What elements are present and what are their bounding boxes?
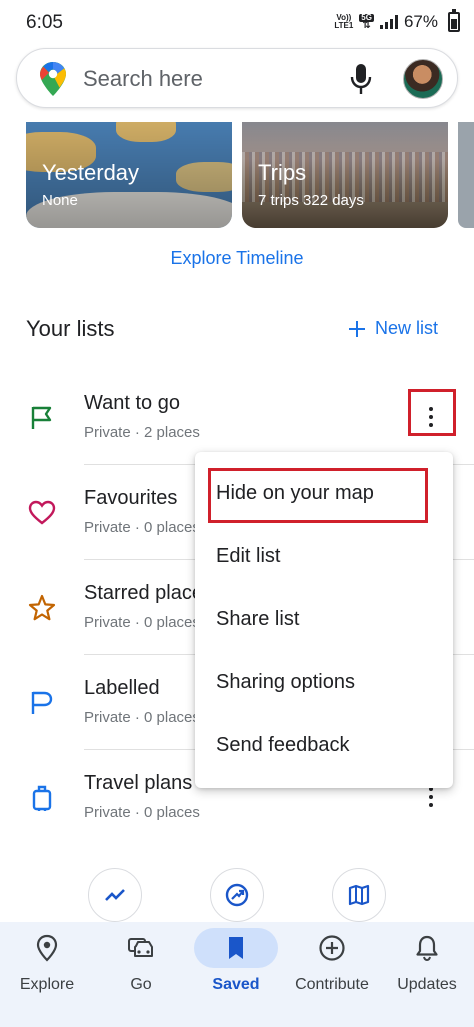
status-icons: Vo)) LTE1 5G ⇅ 67% xyxy=(334,9,460,32)
your-lists-heading: Your lists xyxy=(26,316,115,341)
nav-label: Go xyxy=(130,976,152,993)
status-bar: 6:05 Vo)) LTE1 5G ⇅ 67% xyxy=(0,0,474,44)
list-title: Travel plans xyxy=(84,772,193,794)
search-bar[interactable]: Search here xyxy=(16,48,458,108)
list-title: Favourites xyxy=(84,487,178,509)
star-icon xyxy=(28,594,56,621)
trend-button[interactable] xyxy=(88,868,142,922)
nav-item-go[interactable]: Go xyxy=(94,922,188,1027)
network-5g-indicator: 5G ⇅ xyxy=(359,14,374,31)
nav-item-saved[interactable]: Saved xyxy=(189,922,283,1027)
nav-label: Explore xyxy=(19,976,75,993)
menu-item-share-list[interactable]: Share list xyxy=(216,608,299,631)
list-options-menu: Hide on your map Edit list Share list Sh… xyxy=(195,452,453,788)
list-title: Labelled xyxy=(84,677,160,699)
location-pin-icon xyxy=(36,934,58,962)
timeline-card-trips[interactable]: Trips 7 trips 322 days xyxy=(242,122,448,228)
list-meta: Private · 2 places xyxy=(84,424,200,441)
nav-label: Saved xyxy=(212,976,260,993)
nav-item-explore[interactable]: Explore xyxy=(0,922,94,1027)
menu-item-send-feedback[interactable]: Send feedback xyxy=(216,734,349,757)
nav-label: Updates xyxy=(397,976,457,993)
card-subtitle: 7 trips 322 days xyxy=(258,192,364,209)
car-icon xyxy=(128,938,153,957)
list-meta: Private · 0 places xyxy=(84,519,200,536)
heart-icon xyxy=(28,500,56,525)
timeline-card-peek[interactable] xyxy=(458,122,474,228)
trending-up-icon xyxy=(105,889,125,901)
microphone-icon[interactable] xyxy=(350,63,372,95)
lte-label: LTE1 xyxy=(334,21,354,30)
compass-arrow-icon xyxy=(225,883,249,907)
battery-icon xyxy=(448,9,460,32)
volte-indicator: Vo)) LTE1 xyxy=(334,14,353,30)
flag-icon xyxy=(31,406,52,429)
search-input[interactable]: Search here xyxy=(83,66,203,92)
map-icon xyxy=(348,884,370,906)
nav-item-contribute[interactable]: Contribute xyxy=(285,922,379,1027)
label-flag-icon xyxy=(31,691,53,714)
signal-icon xyxy=(379,15,398,29)
data-arrows-icon: ⇅ xyxy=(362,20,371,31)
menu-item-highlight xyxy=(208,468,428,523)
list-meta: Private · 0 places xyxy=(84,614,200,631)
map-button[interactable] xyxy=(332,868,386,922)
status-time: 6:05 xyxy=(26,12,63,33)
battery-percent: 67% xyxy=(403,12,438,31)
card-title: Yesterday xyxy=(42,160,140,185)
plus-icon xyxy=(348,320,365,337)
timeline-card-yesterday[interactable]: Yesterday None xyxy=(26,122,232,228)
menu-item-sharing-options[interactable]: Sharing options xyxy=(216,671,355,694)
add-circle-icon xyxy=(319,935,345,961)
list-meta: Private · 0 places xyxy=(84,804,200,821)
list-title: Want to go xyxy=(84,392,180,414)
bookmark-icon xyxy=(229,937,243,959)
card-subtitle: None xyxy=(42,192,78,209)
profile-avatar[interactable] xyxy=(403,59,443,99)
list-meta: Private · 0 places xyxy=(84,709,200,726)
list-title: Starred places xyxy=(84,582,213,604)
more-options-highlight xyxy=(408,389,456,436)
bottom-navigation: Explore Go Saved Contribute Updates xyxy=(0,922,474,1027)
suitcase-icon xyxy=(32,785,52,811)
bell-icon xyxy=(416,935,438,962)
nav-item-updates[interactable]: Updates xyxy=(380,922,474,1027)
explore-button[interactable] xyxy=(210,868,264,922)
nav-label: Contribute xyxy=(295,976,369,993)
new-list-label: New list xyxy=(374,318,438,338)
explore-timeline-link[interactable]: Explore Timeline xyxy=(0,248,474,269)
new-list-button[interactable]: New list xyxy=(348,318,438,339)
card-title: Trips xyxy=(258,160,307,185)
menu-item-edit-list[interactable]: Edit list xyxy=(216,545,280,568)
google-maps-logo-icon xyxy=(40,62,66,96)
list-item-want-to-go[interactable]: Want to go Private · 2 places xyxy=(0,370,474,465)
